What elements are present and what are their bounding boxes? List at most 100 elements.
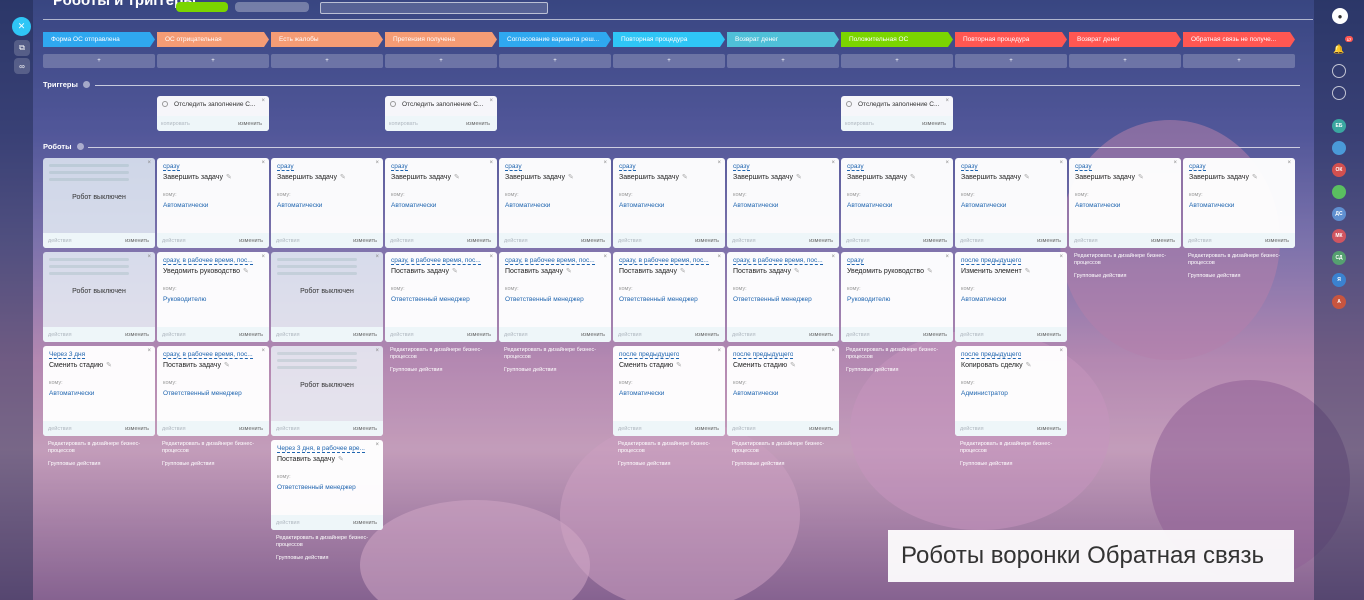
close-icon[interactable]: × [717,348,721,354]
contact-avatar[interactable]: ДС [1332,207,1346,221]
robot-responsible[interactable]: Автоматически [277,202,322,209]
copy-link[interactable]: копировать [389,121,418,127]
edit-link[interactable]: изменить [809,238,833,244]
robot-card[interactable]: × после предыдущего Изменить элемент ✎ кому:… [955,252,1067,342]
edit-link[interactable]: изменить [353,426,377,432]
edit-link[interactable]: изменить [353,520,377,526]
stage-7[interactable]: Возврат денег [727,32,839,47]
stage-1[interactable]: Форма ОС отправлена [43,32,155,47]
robot-responsible[interactable]: Автоматически [391,202,436,209]
group-actions-link[interactable]: Групповые действия [390,367,442,373]
pencil-icon[interactable]: ✎ [568,174,574,181]
robot-delay-link[interactable]: Через 3 дня, в рабочее вре... [277,445,365,453]
add-robot-button[interactable]: + [613,54,725,68]
actions-link[interactable]: действия [276,332,300,338]
edit-link[interactable]: изменить [695,238,719,244]
contact-avatar[interactable]: СД [1332,251,1346,265]
pencil-icon[interactable]: ✎ [454,174,460,181]
robot-card[interactable]: × сразу Завершить задачу ✎ кому: Автоматическ… [499,158,611,248]
edit-link[interactable]: изменить [695,332,719,338]
robot-responsible[interactable]: Ответственный менеджер [733,296,812,303]
robot-delay-link[interactable]: после предыдущего [619,351,680,359]
actions-link[interactable]: действия [1188,238,1212,244]
robot-responsible[interactable]: Автоматически [961,202,1006,209]
robot-responsible[interactable]: Руководителю [163,296,206,303]
edit-link[interactable]: изменить [239,332,263,338]
add-robot-button[interactable]: + [955,54,1067,68]
actions-link[interactable]: действия [618,426,642,432]
add-robot-button[interactable]: + [1183,54,1295,68]
trigger-card[interactable]: Отследить заполнение С... × копировать изме… [385,96,497,131]
close-icon[interactable]: × [1173,160,1177,166]
group-actions-link[interactable]: Групповые действия [276,555,328,561]
actions-link[interactable]: действия [1074,238,1098,244]
actions-link[interactable]: действия [276,520,300,526]
pencil-icon[interactable]: ✎ [680,268,686,275]
pencil-icon[interactable]: ✎ [1025,268,1031,275]
actions-link[interactable]: действия [162,332,186,338]
robot-responsible[interactable]: Автоматически [505,202,550,209]
robot-delay-link[interactable]: сразу, в рабочее время, пос... [733,257,823,265]
close-icon[interactable]: × [717,254,721,260]
avatar[interactable]: ● [1332,8,1348,24]
robot-delay-link[interactable]: сразу [505,163,522,171]
stage-6[interactable]: Повторная процедура [613,32,725,47]
edit-link[interactable]: изменить [467,332,491,338]
actions-link[interactable]: действия [732,238,756,244]
robot-delay-link[interactable]: сразу, в рабочее время, пос... [505,257,595,265]
stage-3[interactable]: Есть жалобы [271,32,383,47]
bell-icon[interactable]: 🔔 [1332,42,1346,56]
edit-link[interactable]: изменить [467,238,491,244]
robot-card[interactable]: × после предыдущего Сменить стадию ✎ кому: Ав… [727,346,839,436]
edit-in-designer-link[interactable]: Редактировать в дизайнере бизнес-процесс… [504,347,610,361]
actions-link[interactable]: действия [504,332,528,338]
pencil-icon[interactable]: ✎ [338,456,344,463]
close-icon[interactable]: × [147,160,151,166]
robot-delay-link[interactable]: сразу [163,163,180,171]
edit-in-designer-link[interactable]: Редактировать в дизайнере бизнес-процесс… [48,441,154,455]
robot-card[interactable]: × Через 3 дня, в рабочее вре... Поставить … [271,440,383,530]
chat-icon[interactable] [1332,86,1346,100]
robot-card[interactable]: × после предыдущего Копировать сделку ✎ кому… [955,346,1067,436]
robot-card[interactable]: × сразу, в рабочее время, пос... Поставить… [613,252,725,342]
robot-responsible[interactable]: Автоматически [733,390,778,397]
edit-in-designer-link[interactable]: Редактировать в дизайнере бизнес-процесс… [732,441,838,455]
robot-delay-link[interactable]: сразу [1189,163,1206,171]
robot-card[interactable]: × сразу Завершить задачу ✎ кому: Автоматическ… [385,158,497,248]
robot-card[interactable]: × сразу Завершить задачу ✎ кому: Автоматическ… [727,158,839,248]
close-icon[interactable]: × [147,348,151,354]
actions-link[interactable]: действия [960,238,984,244]
trigger-card[interactable]: Отследить заполнение С... × копировать изме… [841,96,953,131]
actions-link[interactable]: действия [390,238,414,244]
close-icon[interactable]: × [603,160,607,166]
robot-responsible[interactable]: Автоматически [847,202,892,209]
close-icon[interactable]: × [831,254,835,260]
robot-delay-link[interactable]: сразу [1075,163,1092,171]
actions-link[interactable]: действия [960,426,984,432]
robot-responsible[interactable]: Администратор [961,390,1008,397]
close-icon[interactable]: × [375,160,379,166]
pencil-icon[interactable]: ✎ [452,268,458,275]
robot-delay-link[interactable]: сразу [847,257,864,265]
edit-link[interactable]: изменить [125,426,149,432]
pencil-icon[interactable]: ✎ [1024,174,1030,181]
close-icon[interactable]: × [945,160,949,166]
pencil-icon[interactable]: ✎ [794,268,800,275]
robot-delay-link[interactable]: сразу [619,163,636,171]
edit-link[interactable]: изменить [125,238,149,244]
robot-responsible[interactable]: Автоматически [619,202,664,209]
group-actions-link[interactable]: Групповые действия [1074,273,1126,279]
pencil-icon[interactable]: ✎ [566,268,572,275]
robot-responsible[interactable]: Автоматически [1075,202,1120,209]
close-icon[interactable]: × [147,254,151,260]
robot-responsible[interactable]: Автоматически [961,296,1006,303]
pencil-icon[interactable]: ✎ [796,174,802,181]
actions-link[interactable]: действия [48,238,72,244]
close-icon[interactable]: × [375,442,379,448]
contact-avatar[interactable] [1332,141,1346,155]
close-icon[interactable]: × [831,160,835,166]
close-icon[interactable]: × [603,254,607,260]
edit-in-designer-link[interactable]: Редактировать в дизайнере бизнес-процесс… [1074,253,1180,267]
pencil-icon[interactable]: ✎ [910,174,916,181]
pencil-icon[interactable]: ✎ [340,174,346,181]
